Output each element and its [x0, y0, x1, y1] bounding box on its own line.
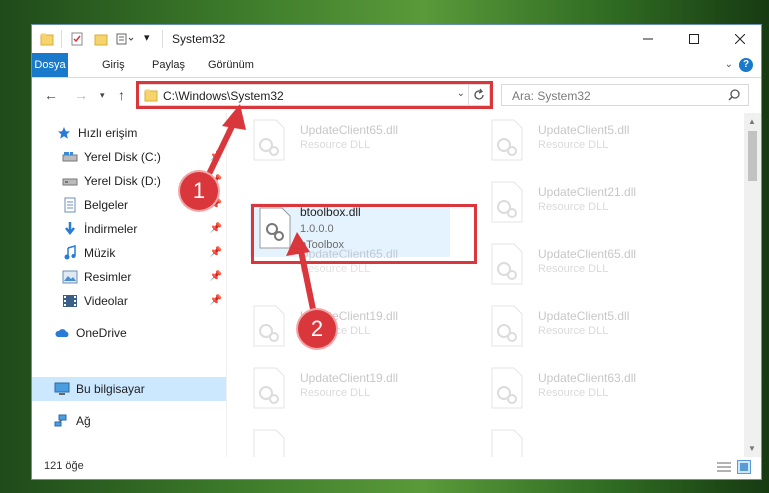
- callout-badge-two: 2: [298, 310, 336, 348]
- callout-arrows: [207, 104, 317, 317]
- callout-badge-one: 1: [180, 172, 218, 210]
- arrow-to-file: [286, 232, 317, 317]
- arrow-to-address: [207, 104, 246, 175]
